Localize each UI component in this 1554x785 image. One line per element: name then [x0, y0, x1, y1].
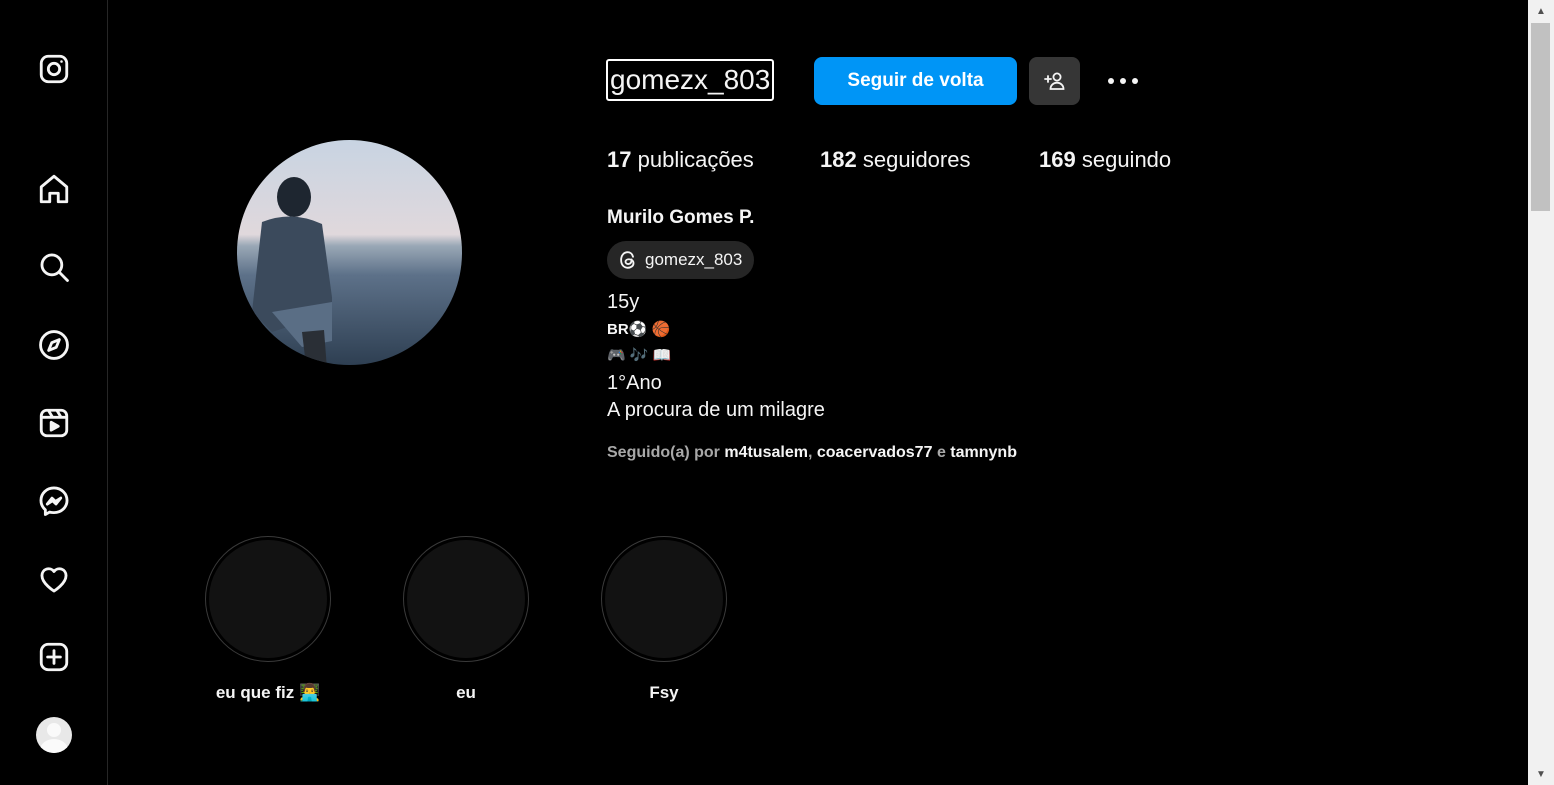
bio-line-country: BR⚽ 🏀: [607, 321, 671, 338]
following-label: seguindo: [1081, 147, 1172, 172]
story-highlight[interactable]: eu que fiz 👨‍💻: [203, 536, 333, 703]
highlight-label: eu: [456, 683, 476, 702]
create-icon[interactable]: [36, 639, 72, 675]
compass-icon[interactable]: [36, 327, 72, 363]
followed-by-user-3[interactable]: tamnynb: [950, 444, 1017, 461]
avatar-head-shape: [47, 723, 61, 737]
reels-icon[interactable]: [36, 405, 72, 441]
followed-by-user-1[interactable]: m4tusalem: [724, 444, 808, 461]
profile-avatar[interactable]: [36, 717, 72, 753]
bio-line-age: 15y: [607, 291, 640, 313]
highlight-cover: [209, 540, 327, 658]
highlight-ring: [403, 536, 529, 662]
home-icon[interactable]: [36, 171, 72, 207]
followed-by-user-2[interactable]: coacervados77: [817, 444, 933, 461]
add-person-icon: [1043, 72, 1064, 90]
profile-photo-silhouette: [252, 177, 332, 365]
profile-username[interactable]: gomezx_803: [606, 59, 775, 101]
followed-by-prefix: Seguido(a) por: [607, 444, 720, 461]
threads-handle: gomezx_803: [645, 250, 743, 269]
highlight-ring: [205, 536, 331, 662]
more-options-button[interactable]: [1104, 66, 1142, 96]
highlight-label: eu que fiz 👨‍💻: [215, 683, 321, 702]
profile-full-name: Murilo Gomes P.: [607, 207, 755, 228]
bio-line-quote: A procura de um milagre: [607, 399, 825, 421]
sidebar: [0, 0, 108, 785]
threads-badge[interactable]: gomezx_803: [607, 241, 755, 279]
follow-back-button[interactable]: Seguir de volta: [814, 57, 1017, 105]
story-highlight[interactable]: eu: [401, 536, 531, 703]
scroll-up-arrow-icon[interactable]: ▲: [1528, 2, 1554, 20]
highlight-cover: [407, 540, 525, 658]
followers-stat[interactable]: 182 seguidores: [820, 147, 970, 173]
messenger-icon[interactable]: [36, 483, 72, 519]
heart-icon[interactable]: [36, 561, 72, 597]
followed-by-text: Seguido(a) por m4tusalem, coacervados77 …: [607, 444, 1017, 462]
suggested-users-button[interactable]: [1029, 57, 1080, 105]
highlight-label: Fsy: [649, 683, 679, 702]
followers-count: 182: [820, 147, 857, 172]
more-horizontal-icon: [1108, 78, 1138, 84]
profile-picture[interactable]: [237, 140, 462, 365]
search-icon[interactable]: [36, 249, 72, 285]
avatar-body-shape: [40, 739, 68, 753]
posts-stat: 17 publicações: [607, 147, 754, 173]
following-stat[interactable]: 169 seguindo: [1039, 147, 1171, 173]
bio-line-school: 1°Ano: [607, 372, 662, 394]
threads-icon: [620, 251, 635, 269]
posts-count: 17: [607, 147, 632, 172]
page-scrollbar[interactable]: ▲ ▼: [1528, 0, 1554, 785]
story-highlight[interactable]: Fsy: [599, 536, 729, 703]
highlight-ring: [601, 536, 727, 662]
followed-by-and: e: [936, 444, 946, 461]
scroll-down-arrow-icon[interactable]: ▼: [1528, 765, 1554, 783]
followed-by-separator: ,: [807, 444, 813, 461]
followers-label: seguidores: [862, 147, 971, 172]
following-count: 169: [1039, 147, 1076, 172]
instagram-icon[interactable]: [36, 51, 72, 87]
bio-line-hobbies: 🎮 🎶 📖: [607, 347, 672, 364]
scroll-thumb[interactable]: [1531, 23, 1550, 211]
highlight-cover: [605, 540, 723, 658]
posts-label: publicações: [637, 147, 754, 172]
